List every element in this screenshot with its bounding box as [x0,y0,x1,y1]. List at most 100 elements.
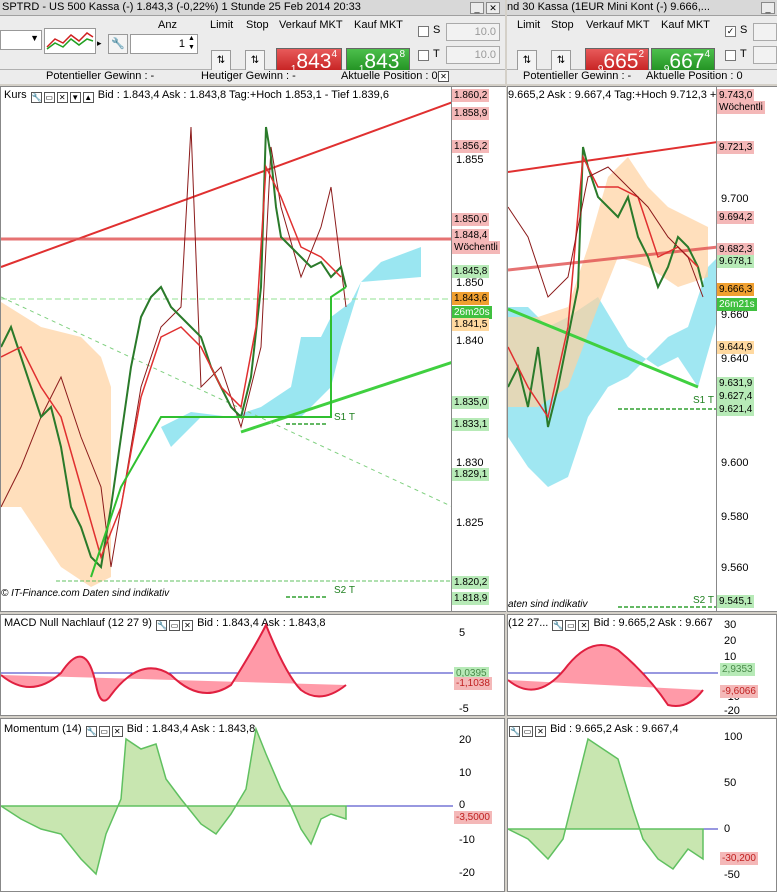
stop-order-button[interactable]: ⇅ [551,50,571,72]
left-price-chart[interactable]: Kurs 🔧 ▭ ✕ ▼ ▲ Bid : 1.843,4 Ask : 1.843,8 T… [0,86,452,612]
price-label: 1.818,9 [452,592,490,605]
left-momentum-panel[interactable]: Momentum (14) 🔧 ▭ ✕ Bid : 1.843,4 Ask : 1.… [0,718,505,892]
momentum-canvas [1,726,453,876]
current-position: Aktuelle Position : 0 [341,70,438,82]
axis-tick: -50 [724,869,740,881]
limit-order-button[interactable]: ⇅ [211,50,231,72]
momentum-value: -3,5000 [454,811,492,824]
target-distance-input[interactable] [753,46,777,64]
signal-value: -9,6066 [720,685,758,698]
right-momentum-panel[interactable]: 🔧 ▭ ✕ Bid : 9.665,2 Ask : 9.667,4 100 50 0… [507,718,777,892]
axis-tick: 5 [459,627,466,639]
axis-tick: 10 [459,767,472,779]
signal-value: -1,1038 [454,677,492,690]
right-price-axis: 9.700 9.660 9.640 9.600 9.580 9.560 9.74… [717,86,777,612]
current-price-label: 9.666,3 [717,283,755,296]
sell-market-label: Verkauf MKT [279,19,343,31]
footer-text: © IT-Finance.com Daten sind indikativ [1,588,170,599]
buy-price-small: 4 [704,49,710,60]
stop-order-button[interactable]: ⇅ [245,50,265,72]
left-window-title: SPTRD - US 500 Kassa (-) 1.843,3 (-0,22%… [2,1,361,13]
t-label: T [740,48,747,60]
axis-tick: 9.600 [721,457,749,469]
right-price-chart[interactable]: 9.665,2 Ask : 9.667,4 Tag:+Hoch 9.712,3 … [507,86,717,612]
macd-value: 2,9353 [720,663,755,676]
axis-tick: 30 [724,619,737,631]
target-distance-input[interactable]: 10.0 [446,46,500,64]
close-icon[interactable]: ✕ [486,2,500,14]
price-label: Wöchentli [717,101,765,114]
s1-label: S1 T [693,395,714,406]
stop-label: Stop [551,19,574,31]
chevron-right-icon[interactable]: ▸ [97,38,102,49]
indicator-icon[interactable] [44,28,96,54]
axis-tick: -20 [724,705,740,716]
axis-tick: 10 [724,651,737,663]
momentum-canvas [508,737,718,871]
axis-tick: 9.560 [721,562,749,574]
target-checkbox[interactable] [418,50,429,61]
candle-timer: 26m21s [717,298,757,311]
today-profit: Heutiger Gewinn : - [201,70,296,82]
price-label: 9.631,9 [717,377,755,390]
axis-tick: -10 [459,834,475,846]
price-label: 1.860,2 [452,89,490,102]
price-label: 1.850,0 [452,213,490,226]
anz-label: Anz [158,19,177,31]
sell-price-small: 4 [331,49,337,60]
axis-tick: 9.700 [721,193,749,205]
chevron-down-icon: ▼ [30,33,39,43]
left-macd-panel[interactable]: MACD Null Nachlauf (12 27 9) 🔧 ▭ ✕ Bid : 1… [0,614,505,716]
s2-label: S2 T [693,595,714,606]
minimize-icon[interactable]: _ [761,2,775,14]
limit-order-button[interactable]: ⇅ [517,50,537,72]
axis-tick: 20 [724,635,737,647]
price-label: Wöchentli [452,241,500,254]
chart-type-dropdown[interactable]: ▼ [0,30,42,50]
wrench-icon[interactable]: 🔧 [108,34,128,54]
quantity-stepper[interactable]: ▲ ▼ [188,34,195,52]
axis-tick: 100 [724,731,743,743]
price-label: 1.820,2 [452,576,490,589]
price-label: 1.856,2 [452,140,490,153]
limit-label: Limit [517,19,541,31]
left-chart-canvas [1,101,451,598]
right-window-titlebar[interactable]: nd 30 Kassa (1EUR Mini Kont (-) 9.666,..… [507,0,777,16]
momentum-value: -30,200 [720,852,758,865]
left-info-bar: Potentieller Gewinn : - Heutiger Gewinn … [0,70,505,84]
close-icon[interactable]: ✕ [438,71,449,82]
left-window-titlebar[interactable]: SPTRD - US 500 Kassa (-) 1.843,3 (-0,22%… [0,0,505,16]
right-macd-panel[interactable]: (12 27... 🔧 ▭ ✕ Bid : 9.665,2 Ask : 9.667 … [507,614,777,716]
price-label: 1.845,8 [452,265,490,278]
stop-distance-input[interactable] [753,23,777,41]
axis-tick: 0 [724,823,731,835]
stop-checkbox[interactable] [418,26,429,37]
s-label: S [740,24,748,36]
price-label: 9.621,4 [717,403,755,416]
axis-tick: -20 [459,867,475,879]
price-label: 1.841,5 [452,318,490,331]
right-chart-canvas [508,141,716,608]
price-label: 9.694,2 [717,211,755,224]
price-label: 1.858,9 [452,107,490,120]
limit-label: Limit [210,19,234,31]
price-label: 1.833,1 [452,418,490,431]
sell-market-label: Verkauf MKT [586,19,650,31]
price-label: 9.721,3 [717,141,755,154]
minimize-icon[interactable]: _ [470,2,484,14]
axis-tick: 50 [724,777,737,789]
stop-distance-input[interactable]: 10.0 [446,23,500,41]
price-label: 9.644,9 [717,341,755,354]
left-order-toolbar: ▼ ▸ 🔧 Anz 1 ▲ ▼ Limit ⇅ Stop ⇅ Verkauf MK… [0,16,505,76]
axis-tick: 1.855 [456,154,484,166]
price-label: 9.627,4 [717,390,755,403]
axis-tick: 9.640 [721,353,749,365]
s2-label: S2 T [334,585,355,596]
axis-tick: 9.580 [721,511,749,523]
target-checkbox[interactable] [725,50,736,61]
s1-label: S1 T [334,412,355,423]
stop-checkbox[interactable]: ✓ [725,26,736,37]
buy-market-label: Kauf MKT [661,19,710,31]
current-position: Aktuelle Position : 0 [646,70,743,82]
axis-tick: 1.825 [456,517,484,529]
